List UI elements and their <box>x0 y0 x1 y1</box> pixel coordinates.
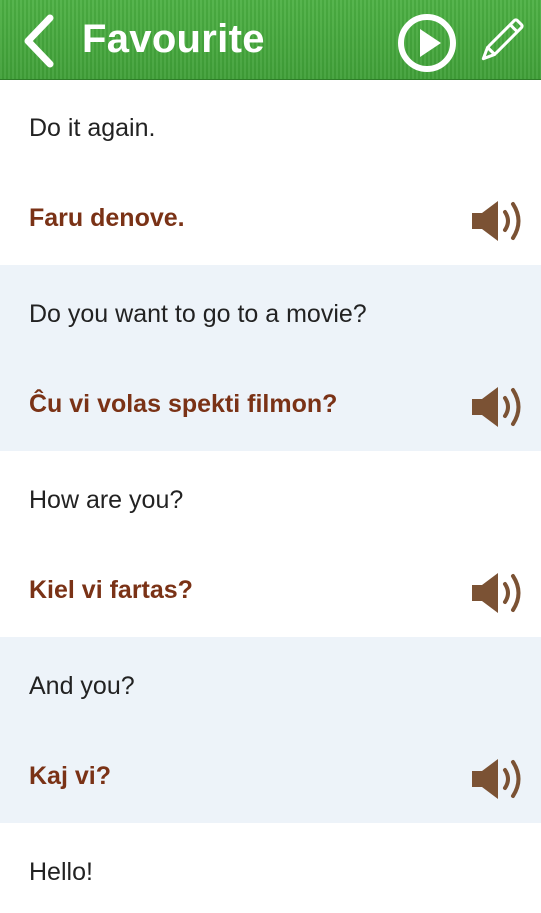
phrase-text: Hello! <box>29 858 93 886</box>
play-audio-button[interactable] <box>470 570 526 616</box>
phrase-text: Do you want to go to a movie? <box>29 300 367 328</box>
speaker-icon <box>472 387 521 427</box>
page-title: Favourite <box>82 17 265 61</box>
translation-text: Ĉu vi volas spekti filmon? <box>29 390 338 418</box>
list-item[interactable]: Do you want to go to a movie? Ĉu vi vola… <box>0 265 541 451</box>
play-audio-button[interactable] <box>470 384 526 430</box>
speaker-icon <box>472 759 521 799</box>
list-item[interactable]: Do it again. Faru denove. <box>0 79 541 265</box>
top-bar: Favourite <box>0 0 541 79</box>
play-audio-button[interactable] <box>470 756 526 802</box>
back-button[interactable] <box>18 12 66 70</box>
edit-button[interactable] <box>474 13 528 69</box>
list-item[interactable]: How are you? Kiel vi fartas? <box>0 451 541 637</box>
translation-text: Kaj vi? <box>29 762 111 790</box>
chevron-left-icon <box>24 14 54 68</box>
pencil-icon <box>481 18 524 61</box>
play-all-button[interactable] <box>396 12 458 74</box>
play-audio-button[interactable] <box>470 198 526 244</box>
translation-text: Kiel vi fartas? <box>29 576 193 604</box>
speaker-icon <box>472 201 521 241</box>
phrase-text: And you? <box>29 672 135 700</box>
phrase-text: Do it again. <box>29 114 156 142</box>
play-circle-icon <box>398 14 456 72</box>
phrase-text: How are you? <box>29 486 184 514</box>
favourite-list: Do it again. Faru denove. Do you want to… <box>0 79 541 913</box>
translation-text: Faru denove. <box>29 204 185 232</box>
list-item[interactable]: And you? Kaj vi? <box>0 637 541 823</box>
speaker-icon <box>472 573 521 613</box>
